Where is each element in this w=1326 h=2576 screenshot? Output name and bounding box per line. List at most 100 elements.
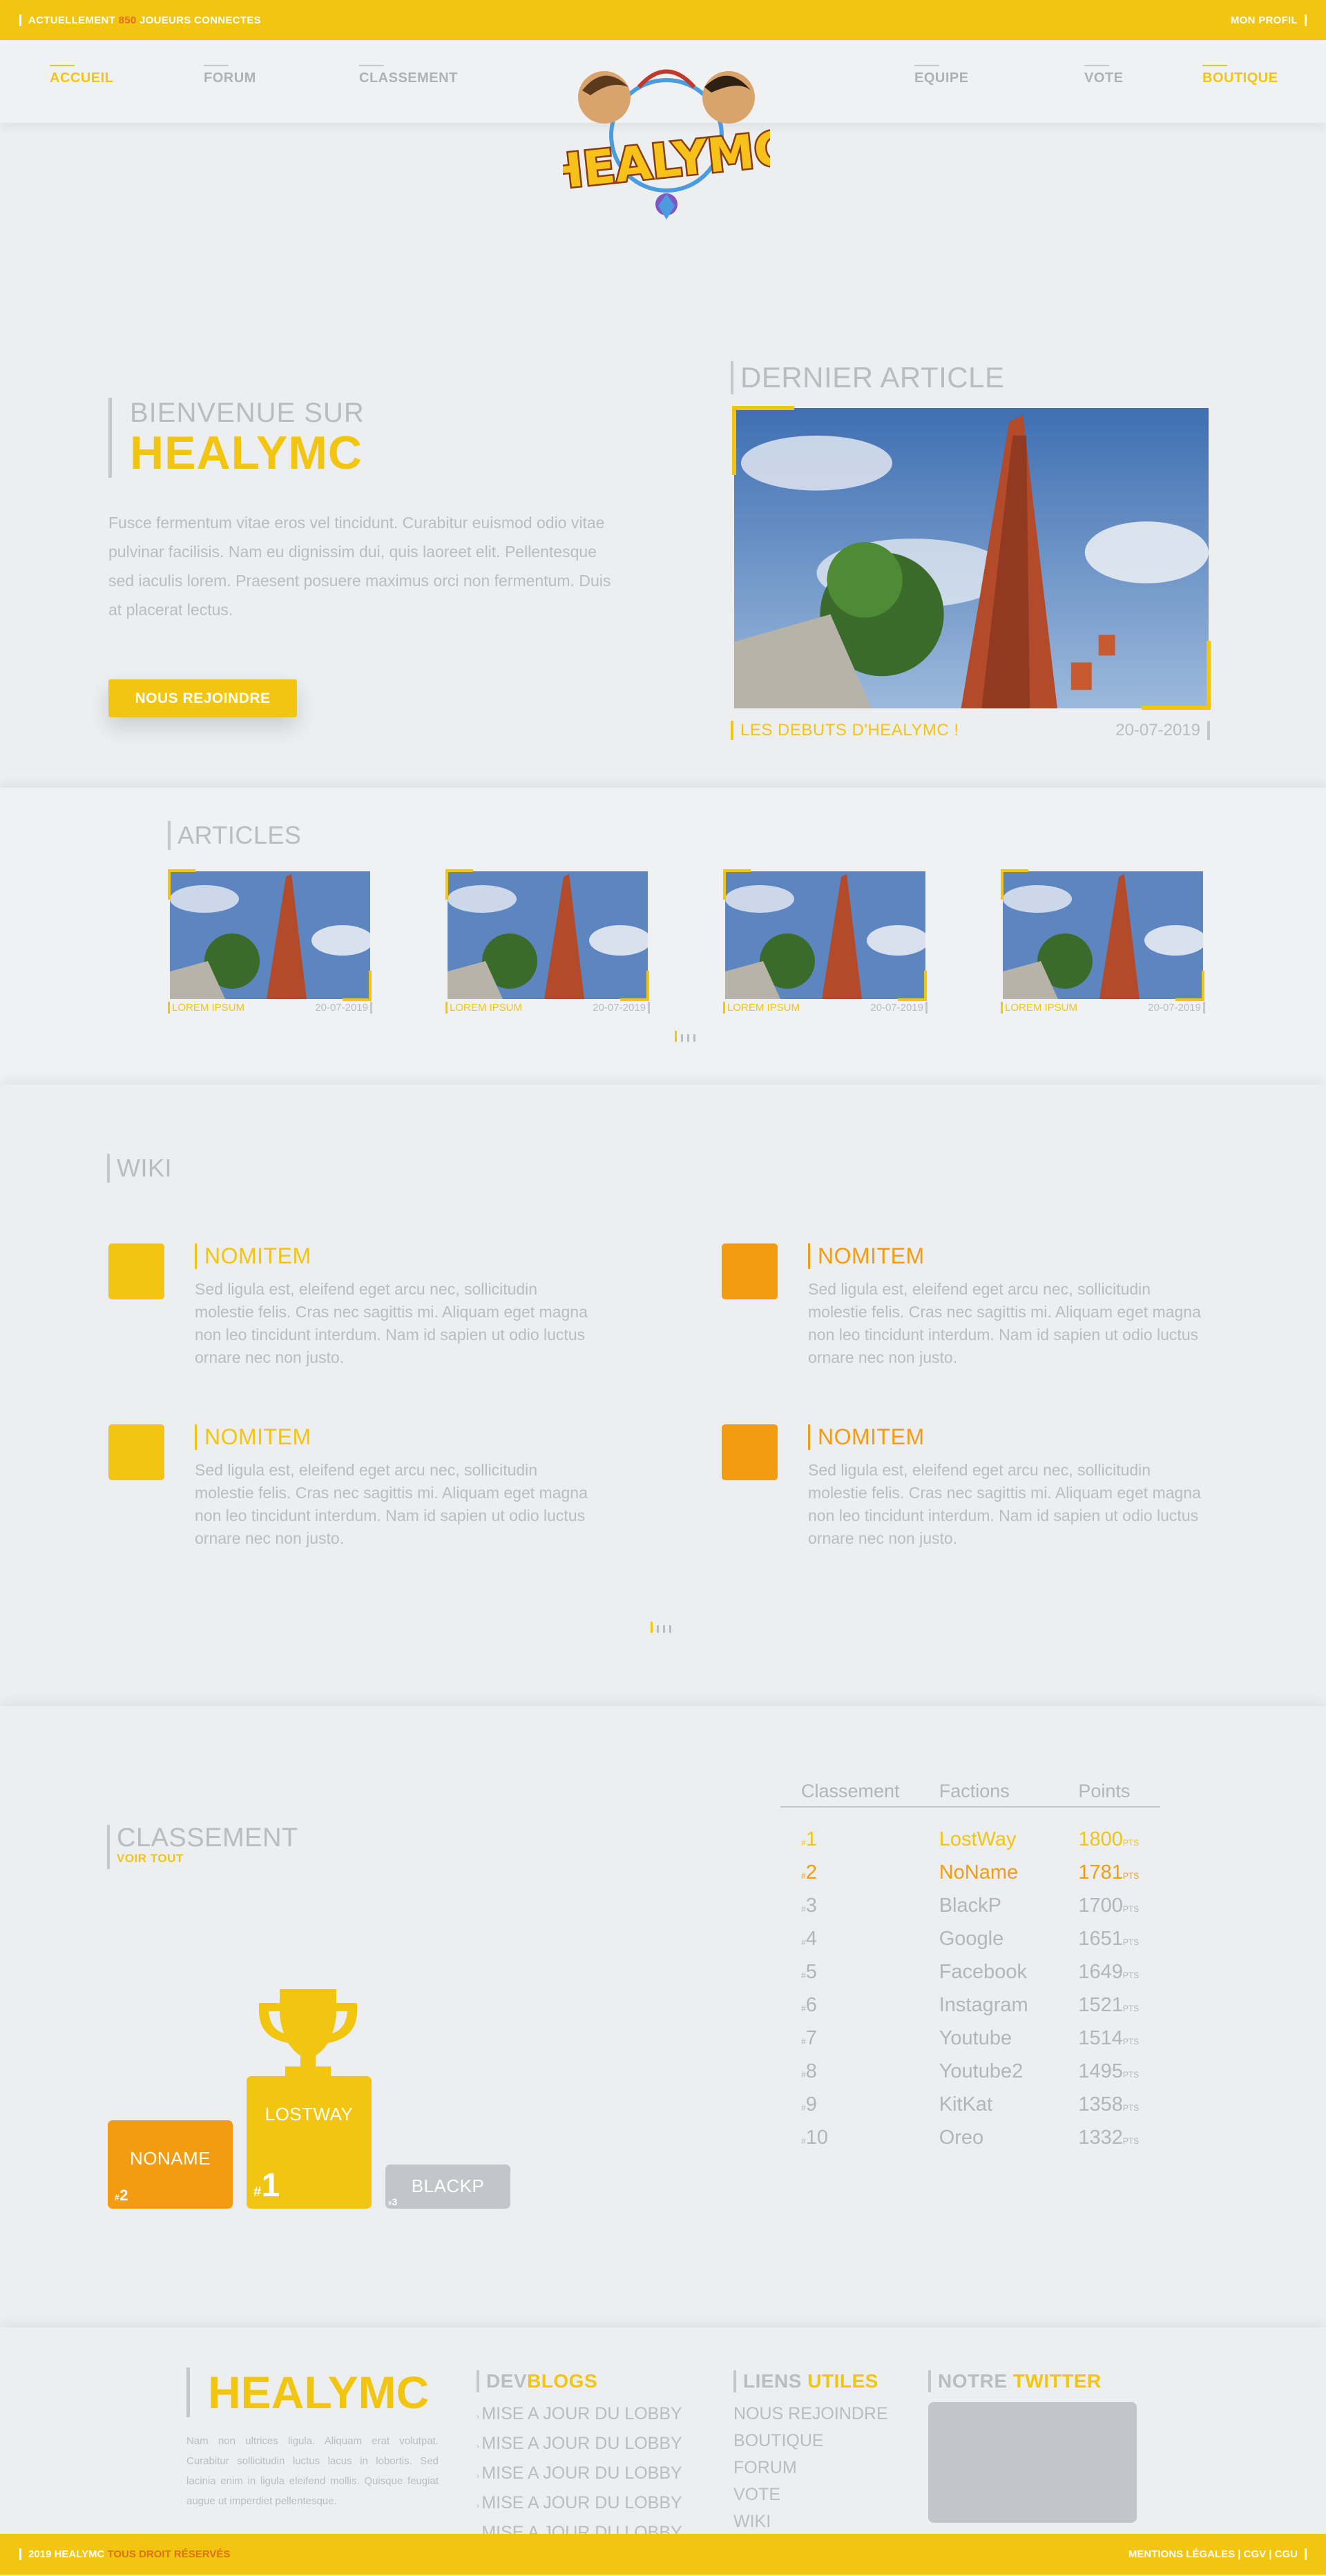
wiki-item[interactable]: NOMITEM Sed ligula est, eleifend eget arc… (108, 1424, 619, 1562)
frame-corner (343, 971, 372, 1001)
article-title[interactable]: LOREM IPSUM (168, 1002, 244, 1014)
useful-link[interactable]: NOUS REJOINDRE (733, 2401, 888, 2428)
nav-boutique[interactable]: BOUTIQUE (1202, 65, 1278, 86)
bottom-bar: 2019 HEALYMC TOUS DROIT RÉSERVÉS MENTION… (0, 2534, 1326, 2575)
col-header: Factions (939, 1781, 1010, 1801)
ranking-row[interactable]: #6 Instagram 1521PTS (780, 1988, 1160, 2022)
podium-first[interactable]: LOSTWAY #1 (247, 2076, 372, 2209)
pager-dot[interactable] (693, 1034, 695, 1042)
ranking-row[interactable]: #8 Youtube2 1495PTS (780, 2055, 1160, 2088)
ranking-row[interactable]: #9 KitKat 1358PTS (780, 2088, 1160, 2121)
ranking-faction[interactable]: NoName (939, 1861, 1079, 1884)
wiki-section: WIKI NOMITEM Sed ligula est, eleifend ege… (0, 1085, 1326, 1706)
welcome-brand: HEALYMC (130, 427, 363, 479)
wiki-item-title[interactable]: NOMITEM (808, 1243, 925, 1269)
useful-link[interactable]: WIKI (733, 2508, 888, 2535)
latest-article-title[interactable]: LES DEBUTS D'HEALYMC ! (731, 721, 959, 740)
footer-about-text: Nam non ultrices ligula. Aliquam erat vo… (186, 2435, 439, 2507)
ranking-row[interactable]: #1 LostWay 1800PTS (780, 1823, 1160, 1856)
ranking-row[interactable]: #4 Google 1651PTS (780, 1922, 1160, 1955)
podium-third[interactable]: BLACKP #3 (385, 2165, 510, 2209)
online-suffix: JOUEURS CONNECTES (139, 14, 261, 26)
ranking-faction[interactable]: Youtube2 (939, 2060, 1079, 2083)
ranking-position: #2 (801, 1861, 817, 1883)
nav-vote[interactable]: VOTE (1084, 65, 1123, 86)
wiki-item[interactable]: NOMITEM Sed ligula est, eleifend eget arc… (722, 1424, 1233, 1562)
minecraft-screenshot (734, 408, 1209, 709)
article-card[interactable]: LOREM IPSUM 20-07-2019 (168, 869, 372, 1014)
wiki-item[interactable]: NOMITEM Sed ligula est, eleifend eget arc… (108, 1243, 619, 1382)
ranking-position: #5 (801, 1960, 817, 1983)
ranking-row[interactable]: #2 NoName 1781PTS (780, 1856, 1160, 1889)
pager-dot[interactable] (651, 1622, 653, 1633)
ranking-faction[interactable]: KitKat (939, 2093, 1079, 2116)
ranking-faction[interactable]: Youtube (939, 2027, 1079, 2050)
devblogs-heading: DEVBLOGS (477, 2370, 682, 2392)
ranking-row[interactable]: #10 Oreo 1332PTS (780, 2121, 1160, 2154)
ranking-table: Classement Factions Points #1 LostWay 1800… (780, 1781, 1160, 2154)
join-button[interactable]: NOUS REJOINDRE (108, 679, 297, 717)
pager-dot[interactable] (687, 1034, 689, 1042)
article-date: 20-07-2019 (1148, 1002, 1205, 1014)
see-all-link[interactable]: VOIR TOUT (117, 1851, 298, 1866)
wiki-pager[interactable] (651, 1622, 671, 1633)
pager-dot[interactable] (657, 1625, 659, 1633)
ranking-position: #7 (801, 2026, 817, 2049)
ranking-faction[interactable]: Google (939, 1928, 1079, 1950)
devblog-link[interactable]: › MISE A JOUR DU LOBBY (477, 2401, 682, 2430)
pager-dot[interactable] (675, 1031, 677, 1042)
profile-link[interactable]: MON PROFIL (1231, 14, 1307, 26)
article-title[interactable]: LOREM IPSUM (1001, 1002, 1077, 1014)
useful-link[interactable]: FORUM (733, 2454, 888, 2481)
useful-link[interactable]: BOUTIQUE (733, 2428, 888, 2454)
devblog-link[interactable]: › MISE A JOUR DU LOBBY (477, 2490, 682, 2519)
ranking-row[interactable]: #7 Youtube 1514PTS (780, 2022, 1160, 2055)
ranking-faction[interactable]: Facebook (939, 1961, 1079, 1984)
article-card[interactable]: LOREM IPSUM 20-07-2019 (445, 869, 650, 1014)
wiki-item-title[interactable]: NOMITEM (195, 1243, 311, 1269)
wiki-item[interactable]: NOMITEM Sed ligula est, eleifend eget arc… (722, 1243, 1233, 1382)
nav-forum[interactable]: FORUM (204, 65, 256, 86)
wiki-item-icon (108, 1424, 164, 1480)
devblog-link[interactable]: › MISE A JOUR DU LOBBY (477, 2460, 682, 2490)
pager-dot[interactable] (681, 1034, 683, 1042)
wiki-item-icon (108, 1243, 164, 1299)
article-card[interactable]: LOREM IPSUM 20-07-2019 (723, 869, 928, 1014)
ranking-faction[interactable]: Oreo (939, 2127, 1079, 2149)
wiki-item-text: Sed ligula est, eleifend eget arcu nec, … (195, 1461, 588, 1547)
top-bar: ACTUELLEMENT 850 JOUEURS CONNECTES MON P… (0, 0, 1326, 40)
twitter-widget[interactable] (928, 2402, 1137, 2523)
wiki-item-icon (722, 1243, 778, 1299)
footer-devblogs: DEVBLOGS › MISE A JOUR DU LOBBY › MISE A … (477, 2370, 682, 2549)
nav-accueil[interactable]: ACCUEIL (50, 65, 113, 86)
wiki-item-title[interactable]: NOMITEM (808, 1424, 925, 1450)
ranking-faction[interactable]: LostWay (939, 1828, 1079, 1851)
article-title[interactable]: LOREM IPSUM (723, 1002, 800, 1014)
nav-classement[interactable]: CLASSEMENT (359, 65, 458, 86)
ranking-row[interactable]: #3 BlackP 1700PTS (780, 1889, 1160, 1922)
ranking-row[interactable]: #5 Facebook 1649PTS (780, 1955, 1160, 1988)
ranking-faction[interactable]: BlackP (939, 1895, 1079, 1917)
article-title[interactable]: LOREM IPSUM (445, 1002, 522, 1014)
podium-second[interactable]: NONAME #2 (108, 2120, 233, 2209)
latest-article-image[interactable] (732, 406, 1211, 710)
useful-link[interactable]: VOTE (733, 2481, 888, 2508)
ranking-faction[interactable]: Instagram (939, 1994, 1079, 2017)
healymc-logo[interactable]: HEALYMC (563, 59, 770, 232)
col-header: Points (1078, 1781, 1131, 1801)
wiki-item-icon (722, 1424, 778, 1480)
footer-twitter: NOTRE TWITTER (928, 2370, 1137, 2523)
legal-links[interactable]: MENTIONS LÉGALES | CGV | CGU (1128, 2548, 1307, 2560)
articles-pager[interactable] (675, 1031, 695, 1042)
wiki-heading: WIKI (107, 1154, 172, 1183)
articles-section: ARTICLES LOREM IPSUM 20-07-2019 LOREM IPSU… (0, 788, 1326, 1085)
pager-dot[interactable] (669, 1625, 671, 1633)
nav-equipe[interactable]: EQUIPE (914, 65, 969, 86)
devblog-link[interactable]: › MISE A JOUR DU LOBBY (477, 2430, 682, 2460)
frame-corner (723, 869, 751, 900)
article-card[interactable]: LOREM IPSUM 20-07-2019 (1001, 869, 1205, 1014)
wiki-item-title[interactable]: NOMITEM (195, 1424, 311, 1450)
ranking-position: #3 (801, 1894, 817, 1917)
copyright: 2019 HEALYMC TOUS DROIT RÉSERVÉS (19, 2548, 230, 2560)
pager-dot[interactable] (663, 1625, 665, 1633)
